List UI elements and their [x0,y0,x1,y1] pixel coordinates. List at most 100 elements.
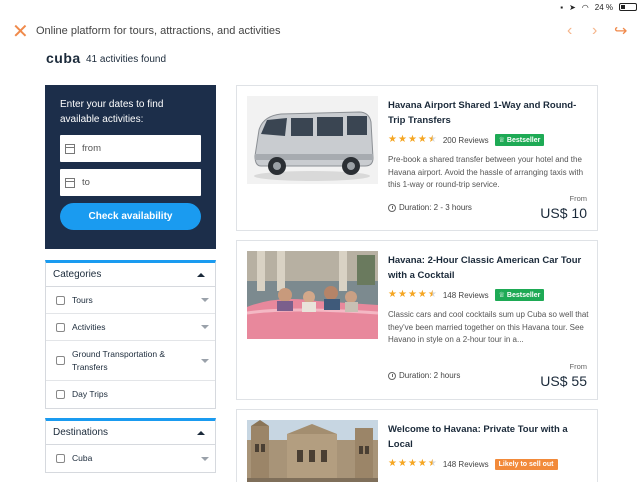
browser-bar: ✕ Online platform for tours, attractions… [0,16,643,48]
checkbox[interactable] [56,390,65,399]
forward-arrow-icon[interactable]: › [592,22,597,40]
bestseller-badge: ♕ Bestseller [494,289,545,301]
rating-row: ★ ★ ★ ★ ★ 148 Reviews ♕ Bestseller [388,289,592,301]
categories-title: Categories [53,269,102,280]
chevron-down-icon[interactable] [201,358,209,363]
star-icon: ★ [407,458,417,469]
price: US$ 10 [540,205,587,221]
checkbox[interactable] [56,454,65,463]
star-icon: ★ [388,458,397,469]
browser-title: Online platform for tours, attractions, … [36,25,281,37]
caret-up-icon [197,430,205,435]
duration: Duration: 2 hours [388,371,460,380]
results-count: 41 activities found [86,54,167,65]
close-icon[interactable]: ✕ [12,22,29,42]
calendar-icon [65,177,75,188]
category-label: Ground Transportation & Transfers [72,348,166,372]
activity-title[interactable]: Havana Airport Shared 1-Way and Round-Tr… [388,98,592,128]
star-icon: ★ [417,134,427,145]
half-star-icon: ★ [427,458,437,469]
price-from-label: From [569,194,588,203]
price: US$ 55 [540,373,587,389]
signal-icon: ▪ [560,2,564,12]
checkbox[interactable] [56,356,65,365]
activity-card[interactable]: Welcome to Havana: Private Tour with a L… [236,409,598,482]
categories-header[interactable]: Categories [46,263,215,287]
star-icon: ★ [397,134,407,145]
to-placeholder: to [82,177,90,188]
activity-image-classic-car[interactable] [247,251,378,339]
from-placeholder: from [82,143,101,154]
activity-image-van[interactable] [247,96,378,184]
rating-row: ★ ★ ★ ★ ★ 148 Reviews Likely to sell out [388,458,592,470]
activity-description: Classic cars and cool cocktails sum up C… [388,310,589,344]
battery-text: 24 % [594,2,613,12]
caret-up-icon [197,272,205,277]
duration-text: Duration: 2 hours [399,371,461,380]
checkbox[interactable] [56,295,65,305]
date-prompt: Enter your dates to find available activ… [60,99,164,125]
star-rating: ★ ★ ★ ★ ★ [388,135,437,145]
back-arrow-icon[interactable]: ‹ [567,22,572,40]
chevron-down-icon[interactable] [201,298,209,302]
navigation-icon: ➤ [569,2,576,12]
share-icon[interactable]: ↪ [614,21,627,41]
chevron-down-icon[interactable] [201,456,209,461]
category-label: Activities [72,321,106,332]
battery-icon [619,3,637,11]
status-bar: ▪ ➤ ◠ 24 % [0,0,643,14]
star-icon: ★ [417,458,427,469]
category-item-activities[interactable]: Activities [46,314,215,341]
star-rating: ★ ★ ★ ★ ★ [388,290,437,300]
duration: Duration: 2 - 3 hours [388,203,472,212]
category-item-tours[interactable]: Tours [46,287,215,314]
price-from-label: From [569,362,588,371]
destination-label: Cuba [72,453,93,463]
activity-card[interactable]: Havana: 2-Hour Classic American Car Tour… [236,240,598,400]
date-picker-box: Enter your dates to find available activ… [45,85,216,249]
badge-label: Bestseller [506,137,541,144]
clock-icon [388,371,396,380]
star-icon: ★ [417,289,427,300]
page-title: cuba [46,50,81,66]
likely-to-sell-out-badge: Likely to sell out [494,458,558,470]
star-rating: ★ ★ ★ ★ ★ [388,459,437,469]
activity-title[interactable]: Havana: 2-Hour Classic American Car Tour… [388,253,592,283]
calendar-icon [65,143,75,154]
category-item-day-trips[interactable]: Day Trips [46,381,215,408]
half-star-icon: ★ [427,134,437,145]
activity-card[interactable]: Havana Airport Shared 1-Way and Round-Tr… [236,85,598,231]
to-date-field[interactable]: to [60,169,201,196]
star-icon: ★ [407,289,417,300]
star-icon: ★ [407,134,417,145]
category-label: Tours [72,294,93,305]
star-icon: ★ [397,458,407,469]
review-count: 200 Reviews [442,135,489,145]
chevron-down-icon[interactable] [201,325,209,329]
review-count: 148 Reviews [442,290,489,300]
card-body: Havana: 2-Hour Classic American Car Tour… [388,253,592,347]
rating-row: ★ ★ ★ ★ ★ 200 Reviews ♕ Bestseller [388,134,592,146]
havana-cathedral-image [247,420,378,482]
destinations-header[interactable]: Destinations [46,421,215,445]
star-icon: ★ [388,134,397,145]
badge-label: Bestseller [506,292,541,299]
destinations-panel: Destinations Cuba [45,418,216,473]
checkbox[interactable] [56,322,65,332]
card-body: Welcome to Havana: Private Tour with a L… [388,422,592,478]
card-body: Havana Airport Shared 1-Way and Round-Tr… [388,98,592,192]
van-image [247,96,378,184]
wifi-icon: ◠ [581,2,589,12]
bestseller-badge: ♕ Bestseller [494,134,545,146]
from-date-field[interactable]: from [60,135,201,162]
category-item-ground-transportation[interactable]: Ground Transportation & Transfers [46,341,215,381]
star-icon: ★ [388,289,397,300]
check-availability-button[interactable]: Check availability [60,203,201,230]
activity-title[interactable]: Welcome to Havana: Private Tour with a L… [388,422,592,452]
duration-text: Duration: 2 - 3 hours [399,203,472,212]
categories-panel: Categories Tours Activities Ground Trans… [45,260,216,409]
destination-item-cuba[interactable]: Cuba [46,445,215,472]
classic-car-image [247,251,378,339]
review-count: 148 Reviews [442,459,489,469]
activity-image-havana[interactable] [247,420,378,482]
